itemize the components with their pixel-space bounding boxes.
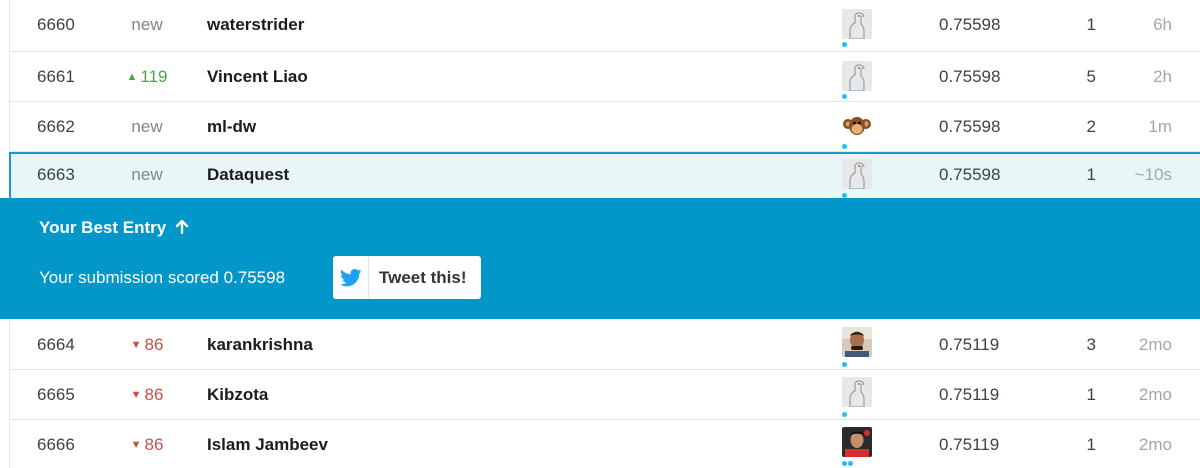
rank-cell: 6661	[37, 67, 75, 86]
rank-change-cell: new	[131, 15, 163, 34]
last-submission-cell: 1m	[1148, 117, 1172, 136]
table-row[interactable]: 6661 ▲ 119 Vincent Liao 0.75598 5 2h	[9, 52, 1200, 102]
tier-dot	[842, 362, 847, 367]
rank-change-cell: ▼ 86	[112, 420, 182, 468]
rank-cell: 6664	[37, 335, 75, 354]
rank-change-cell: ▼ 86	[112, 320, 182, 370]
last-submission-cell: 6h	[1153, 15, 1172, 34]
score-cell: 0.75119	[939, 335, 1000, 354]
triangle-down-icon: ▼	[130, 439, 142, 451]
default-ostrich-avatar[interactable]	[842, 377, 872, 407]
leaderboard: 6660 new waterstrider 0.75598 1 6h 6661 …	[0, 0, 1200, 468]
score-cell: 0.75598	[939, 117, 1001, 136]
team-name-link[interactable]: ml-dw	[207, 102, 256, 152]
tweet-this-button[interactable]: Tweet this!	[333, 256, 481, 299]
entries-cell: 1	[1086, 15, 1096, 34]
entries-cell: 3	[1086, 335, 1096, 354]
default-ostrich-avatar[interactable]	[842, 159, 872, 189]
rank-change-value: 86	[144, 335, 164, 354]
rank-change-cell: ▼ 86	[112, 370, 182, 420]
banner-title: Your Best Entry	[39, 218, 189, 238]
monkey-avatar[interactable]	[842, 111, 872, 141]
team-name-link[interactable]: Vincent Liao	[207, 52, 308, 102]
rank-change-value: 86	[144, 385, 164, 404]
score-cell: 0.75119	[939, 435, 1000, 454]
last-submission-cell: 2mo	[1138, 435, 1172, 454]
tier-dot	[842, 42, 847, 47]
rank-cell: 6666	[37, 435, 75, 454]
rank-cell: 6663	[37, 165, 75, 184]
team-name-link[interactable]: Islam Jambeev	[207, 420, 328, 468]
table-row[interactable]: 6660 new waterstrider 0.75598 1 6h	[9, 0, 1200, 52]
last-submission-cell: ~10s	[1134, 165, 1172, 184]
rank-change-value: 119	[140, 67, 168, 86]
table-row-own-entry[interactable]: 6663 new Dataquest 0.75598 1 ~10s	[9, 152, 1200, 198]
person-photo-avatar[interactable]	[842, 327, 872, 357]
table-row[interactable]: 6666 ▼ 86 Islam Jambeev 0.75119 1 2mo	[9, 420, 1200, 468]
tier-dot	[842, 461, 847, 466]
entries-cell: 1	[1086, 435, 1096, 454]
rank-change-cell: new	[131, 117, 163, 136]
score-cell: 0.75598	[939, 165, 1001, 184]
team-name-link[interactable]: Dataquest	[207, 152, 289, 198]
entries-cell: 1	[1086, 385, 1096, 404]
twitter-bird-icon	[333, 256, 369, 299]
rank-change-cell: ▲ 119	[112, 52, 182, 102]
table-row[interactable]: 6662 new ml-dw 0.75598 2 1m	[9, 102, 1200, 152]
rank-cell: 6662	[37, 117, 75, 136]
tier-dot	[842, 144, 847, 149]
team-name-link[interactable]: Kibzota	[207, 370, 268, 420]
rank-change-cell: new	[131, 165, 163, 184]
table-row[interactable]: 6665 ▼ 86 Kibzota 0.75119 1 2mo	[9, 370, 1200, 420]
score-cell: 0.75598	[939, 15, 1001, 34]
best-entry-banner: Your Best Entry Your submission scored 0…	[0, 198, 1200, 319]
score-cell: 0.75119	[939, 385, 1000, 404]
banner-title-text: Your Best Entry	[39, 218, 167, 237]
team-name-link[interactable]: karankrishna	[207, 320, 313, 370]
triangle-up-icon: ▲	[126, 71, 138, 83]
rank-cell: 6660	[37, 15, 75, 34]
tier-dot	[842, 412, 847, 417]
entries-cell: 5	[1086, 67, 1096, 86]
entries-cell: 1	[1086, 165, 1096, 184]
entries-cell: 2	[1086, 117, 1096, 136]
score-cell: 0.75598	[939, 67, 1001, 86]
rank-cell: 6665	[37, 385, 75, 404]
tweet-button-label: Tweet this!	[379, 268, 467, 287]
triangle-down-icon: ▼	[130, 339, 142, 351]
last-submission-cell: 2h	[1153, 67, 1172, 86]
table-row[interactable]: 6664 ▼ 86 karankrishna 0.75119 3 2mo	[9, 320, 1200, 370]
team-name-link[interactable]: waterstrider	[207, 0, 304, 50]
person-photo-avatar[interactable]	[842, 427, 872, 457]
last-submission-cell: 2mo	[1138, 335, 1172, 354]
submission-score-message: Your submission scored 0.75598	[39, 268, 286, 287]
last-submission-cell: 2mo	[1138, 385, 1172, 404]
rank-change-value: 86	[144, 435, 164, 454]
tier-dot	[842, 94, 847, 99]
triangle-down-icon: ▼	[130, 389, 142, 401]
default-ostrich-avatar[interactable]	[842, 61, 872, 91]
arrow-up-icon	[170, 218, 189, 237]
default-ostrich-avatar[interactable]	[842, 9, 872, 39]
